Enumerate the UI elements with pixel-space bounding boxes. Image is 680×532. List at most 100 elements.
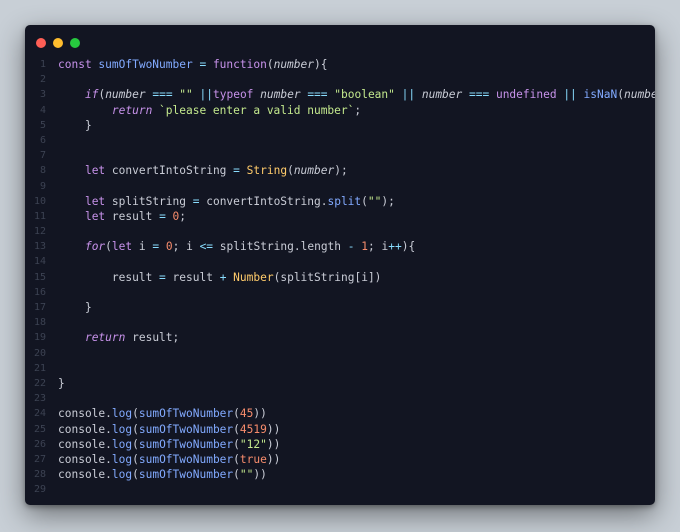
code-line: 23	[25, 391, 655, 406]
code-token: console.	[58, 407, 112, 421]
code-token: `please enter a valid number`	[159, 103, 355, 117]
code-token: undefined	[495, 88, 557, 102]
code-text: return `please enter a valid number`;	[58, 103, 361, 118]
code-token: ;	[354, 103, 362, 117]
line-number: 14	[33, 256, 46, 268]
code-token: (	[132, 437, 139, 451]
code-token: "boolean"	[334, 88, 395, 102]
code-text: result = result + Number(splitString[i])	[58, 270, 382, 285]
code-token: =	[152, 270, 173, 284]
line-number: 3	[39, 89, 46, 101]
line-number: 20	[33, 347, 46, 359]
code-token: number	[293, 164, 335, 178]
code-token: <=	[192, 240, 220, 254]
code-line: 15 result = result + Number(splitString[…	[25, 270, 655, 285]
code-token: let	[84, 209, 112, 223]
code-token: sumOfTwoNumber	[138, 452, 234, 466]
code-token: (	[233, 468, 240, 482]
code-line: 9	[25, 179, 655, 194]
code-token: ""	[179, 88, 193, 102]
line-number: 2	[39, 74, 46, 86]
code-token: (	[287, 164, 294, 178]
code-token: ){	[401, 240, 416, 254]
maximize-button[interactable]	[70, 38, 80, 48]
line-number: 26	[33, 438, 46, 450]
code-token: i	[186, 240, 193, 254]
code-text: const sumOfTwoNumber = function(number){	[58, 57, 327, 72]
code-token: 1	[361, 240, 368, 254]
close-button[interactable]	[36, 38, 46, 48]
line-number: 28	[33, 469, 46, 481]
line-number: 22	[33, 377, 46, 389]
code-token: result	[172, 270, 213, 284]
code-token: convertIntoString	[111, 164, 227, 178]
code-token: convertIntoString.	[206, 194, 328, 208]
line-number: 5	[39, 119, 46, 131]
code-token: "12"	[239, 437, 267, 451]
code-token: if	[84, 88, 99, 102]
line-number: 24	[33, 408, 46, 420]
code-token: result	[111, 270, 153, 284]
line-number: 12	[33, 226, 46, 238]
code-token: ))	[266, 437, 281, 451]
code-line: 20	[25, 346, 655, 361]
code-token: i	[361, 270, 368, 284]
code-text: }	[58, 376, 65, 391]
minimize-button[interactable]	[53, 38, 63, 48]
code-token: number	[623, 88, 655, 102]
line-number: 19	[33, 332, 46, 344]
code-token: (	[233, 407, 240, 421]
code-text: console.log(sumOfTwoNumber(true))	[58, 452, 280, 467]
code-token: ))	[266, 452, 281, 466]
code-token: (	[617, 88, 624, 102]
code-token: (	[361, 194, 368, 208]
code-token: ""	[367, 194, 382, 208]
code-token: ;	[179, 209, 187, 223]
code-editor[interactable]: 1 const sumOfTwoNumber = function(number)…	[25, 57, 655, 497]
code-token: number	[273, 58, 314, 71]
line-number: 21	[33, 362, 46, 374]
code-token: ||	[192, 88, 213, 102]
code-token: ))	[253, 407, 267, 421]
code-line: 17 }	[25, 300, 655, 315]
code-line: 5 }	[25, 118, 655, 133]
code-token: ;	[172, 331, 180, 345]
code-text: if(number === "" ||typeof number === "bo…	[58, 87, 655, 102]
code-text: let splitString = convertIntoString.spli…	[58, 194, 402, 209]
code-line: 14	[25, 254, 655, 269]
line-number: 4	[39, 104, 46, 116]
code-token: console.	[58, 422, 112, 436]
code-token: =	[226, 164, 247, 178]
code-token: ||	[556, 88, 584, 102]
code-line: 10 let splitString = convertIntoString.s…	[25, 194, 655, 209]
code-token: Number	[233, 270, 274, 284]
code-token: ))	[266, 422, 281, 436]
code-token: sumOfTwoNumber	[98, 58, 193, 71]
line-number: 27	[33, 453, 46, 465]
code-token: number	[105, 88, 146, 102]
code-token: for	[84, 240, 106, 254]
code-token: (	[266, 58, 274, 71]
code-line: 8 let convertIntoString = String(number)…	[25, 163, 655, 178]
code-token: (	[132, 452, 139, 466]
code-token: sumOfTwoNumber	[138, 468, 234, 482]
code-token: =	[192, 58, 213, 71]
code-token: );	[334, 164, 348, 178]
line-number: 29	[33, 484, 46, 496]
code-window: 1 const sumOfTwoNumber = function(number)…	[25, 25, 655, 505]
code-token: number	[260, 88, 301, 102]
line-number: 25	[33, 423, 46, 435]
line-number: 11	[33, 210, 46, 222]
code-line: 11 let result = 0;	[25, 209, 655, 224]
code-line: 3 if(number === "" ||typeof number === "…	[25, 87, 655, 102]
code-text: console.log(sumOfTwoNumber(""))	[58, 467, 267, 482]
code-token: splitString	[280, 270, 355, 284]
code-token: true	[239, 452, 267, 466]
code-token: +	[212, 270, 234, 284]
code-token: =	[186, 194, 207, 208]
